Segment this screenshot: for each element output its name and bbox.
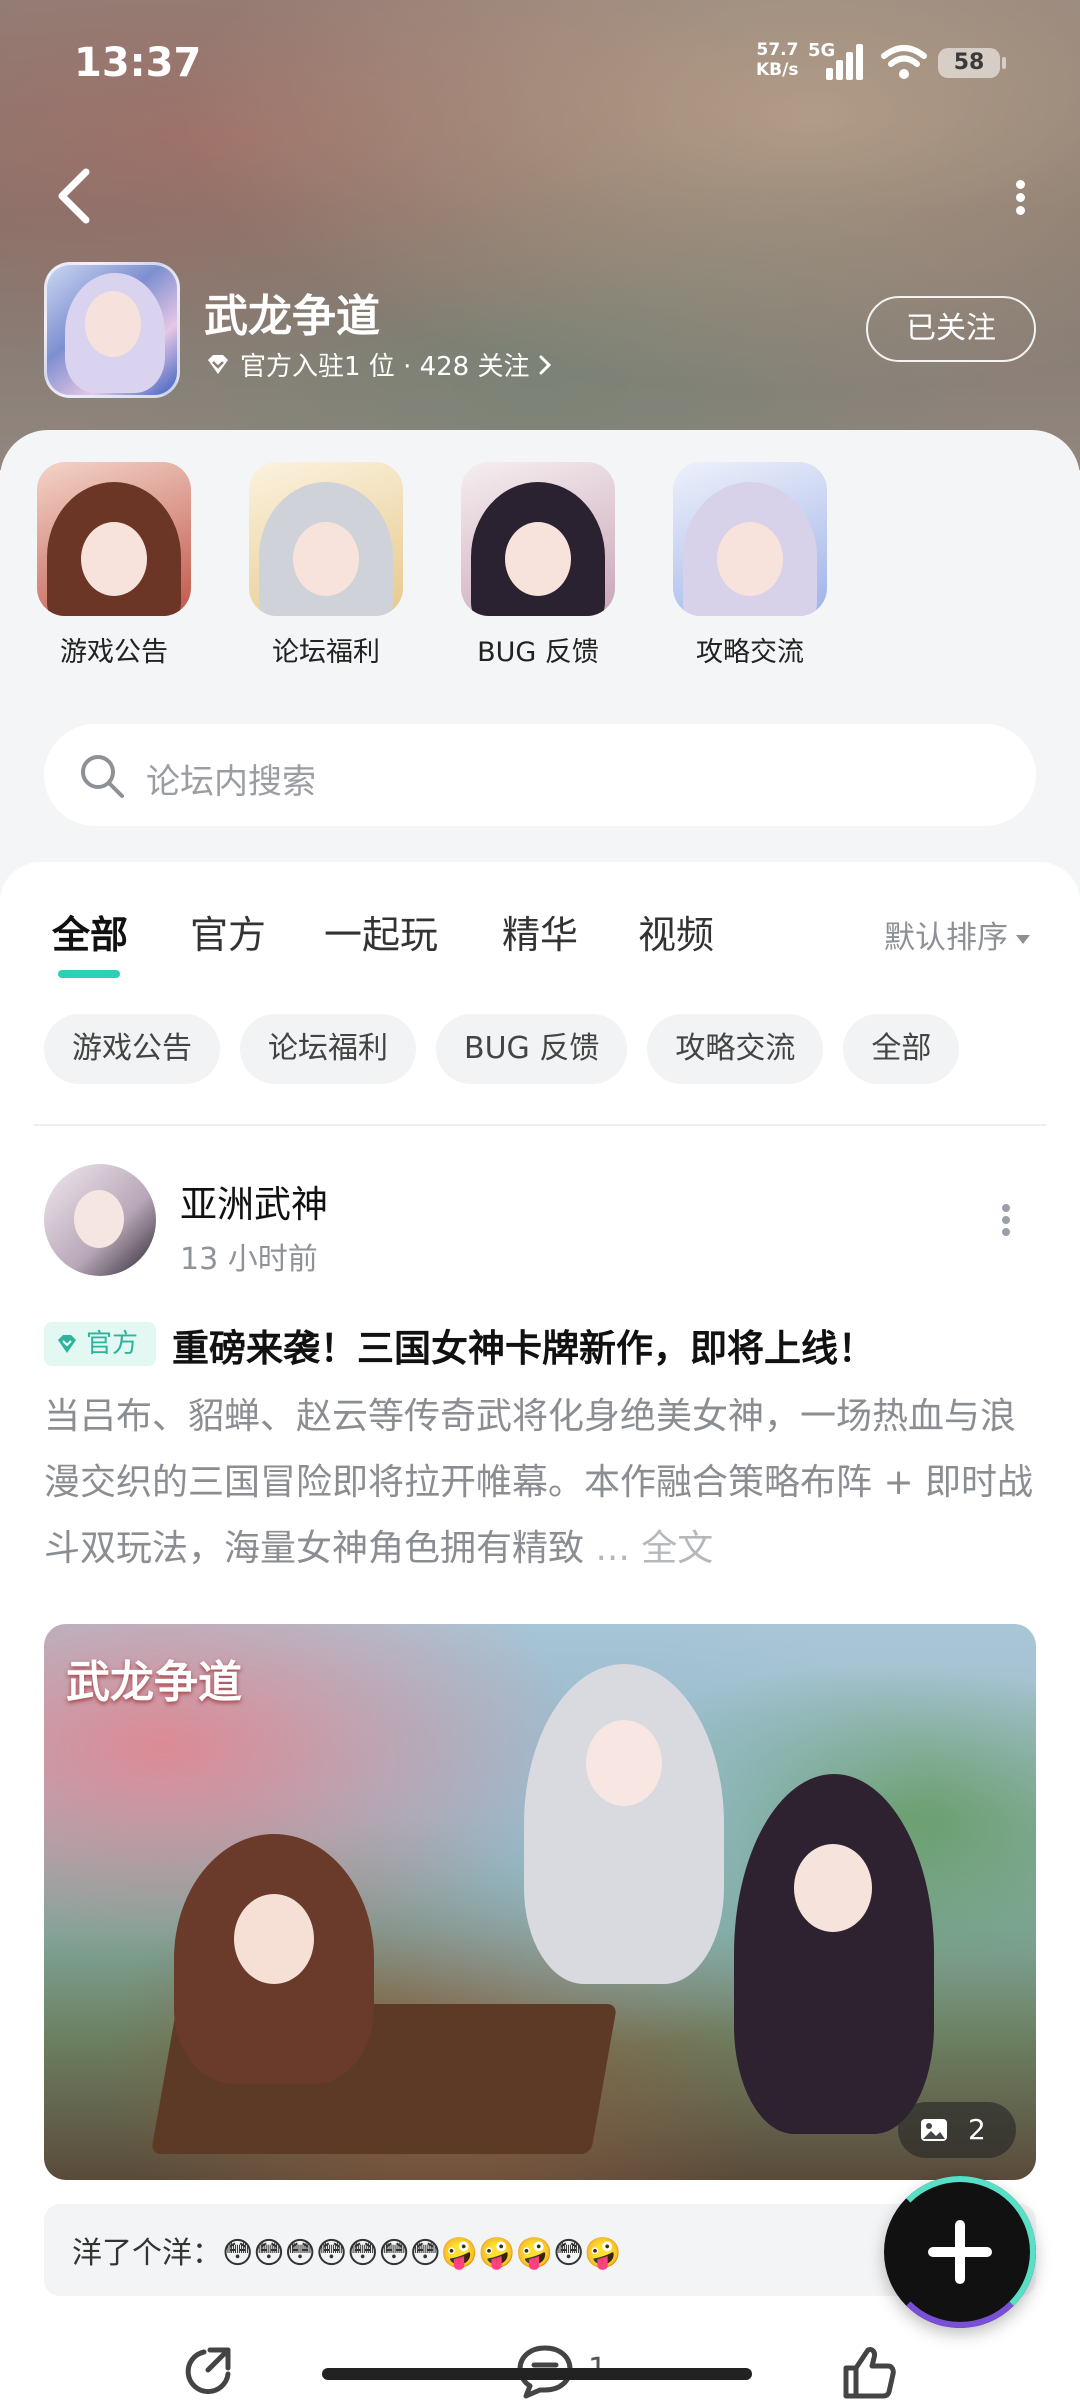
post-author[interactable]: 亚洲武神: [180, 1174, 328, 1228]
post-time: 13 小时前: [180, 1242, 318, 1277]
section-announcements[interactable]: 游戏公告: [34, 462, 194, 669]
section-shortcuts: 游戏公告 论坛福利 BUG 反馈 攻略交流: [0, 462, 1080, 682]
chip-benefits[interactable]: 论坛福利: [240, 1014, 416, 1084]
sort-dropdown[interactable]: 默认排序: [884, 912, 1030, 957]
post-image[interactable]: 武龙争道 2: [44, 1624, 1036, 2180]
filter-tabs: 全部 官方 一起玩 精华 视频 默认排序: [0, 892, 1080, 978]
section-guides[interactable]: 攻略交流: [670, 462, 830, 669]
follow-button[interactable]: 已关注: [866, 296, 1036, 362]
home-indicator[interactable]: [322, 2368, 752, 2380]
divider: [34, 1124, 1046, 1126]
post-title[interactable]: 重磅来袭！三国女神卡牌新作，即将上线！: [172, 1318, 875, 1372]
section-bug-report[interactable]: BUG 反馈: [458, 462, 618, 669]
image-count-badge: 2: [898, 2102, 1016, 2158]
section-image: [673, 462, 827, 616]
status-time: 13:37: [74, 40, 202, 86]
section-image: [37, 462, 191, 616]
section-image: [249, 462, 403, 616]
chip-announcements[interactable]: 游戏公告: [44, 1014, 220, 1084]
chevron-right-icon: [539, 355, 551, 374]
section-benefits[interactable]: 论坛福利: [246, 462, 406, 669]
diamond-icon: [208, 354, 228, 374]
post-body[interactable]: 当吕布、貂蝉、赵云等传奇武将化身绝美女神，一场热血与浪漫交织的三国冒险即将拉开帷…: [44, 1384, 1036, 1582]
tab-featured[interactable]: 精华: [502, 904, 578, 959]
chip-guides[interactable]: 攻略交流: [647, 1014, 824, 1084]
create-post-button[interactable]: [884, 2176, 1036, 2328]
share-icon[interactable]: [180, 2344, 236, 2400]
search-icon: [81, 755, 124, 798]
app-icon[interactable]: [44, 262, 180, 398]
section-image: [461, 462, 615, 616]
image-logo: 武龙争道: [66, 1657, 242, 1708]
chip-bug-report[interactable]: BUG 反馈: [436, 1014, 628, 1084]
signal-icon: [826, 44, 868, 80]
post-more-icon[interactable]: [998, 1200, 1014, 1240]
app-title: 武龙争道: [204, 291, 380, 342]
active-tab-indicator: [58, 970, 120, 978]
battery-icon: 58: [938, 48, 1006, 78]
dropdown-arrow-icon: [1016, 935, 1030, 944]
official-badge: 官方: [44, 1322, 156, 1366]
image-icon: [921, 2119, 947, 2141]
tab-official[interactable]: 官方: [190, 904, 266, 959]
tab-all[interactable]: 全部: [52, 904, 128, 959]
avatar[interactable]: [44, 1164, 156, 1276]
category-chips: 游戏公告 论坛福利 BUG 反馈 攻略交流 全部: [44, 1014, 960, 1084]
app-meta-link[interactable]: 官方入驻1 位 · 428 关注: [206, 346, 554, 383]
search-placeholder: 论坛内搜索: [146, 762, 316, 802]
like-icon[interactable]: [842, 2344, 898, 2400]
wifi-icon: [881, 45, 927, 79]
back-icon[interactable]: [50, 166, 100, 226]
search-input[interactable]: 论坛内搜索: [44, 724, 1036, 826]
network-speed: 57.7 KB/s: [756, 40, 799, 80]
more-options-icon[interactable]: [1010, 176, 1030, 216]
tab-play-together[interactable]: 一起玩: [324, 904, 438, 959]
diamond-icon: [58, 1335, 76, 1353]
chip-all[interactable]: 全部: [843, 1014, 960, 1084]
read-more-link[interactable]: ... 全文: [595, 1528, 713, 1569]
status-bar: 13:37 57.7 KB/s 5G 58: [0, 0, 1080, 120]
post-feed: 全部 官方 一起玩 精华 视频 默认排序 游戏公告 论坛福利 BUG 反馈 攻略…: [0, 862, 1080, 2400]
content-sheet: 游戏公告 论坛福利 BUG 反馈 攻略交流 论坛内搜索 全部 官方 一起玩 精华…: [0, 430, 1080, 2400]
tab-video[interactable]: 视频: [638, 904, 714, 959]
